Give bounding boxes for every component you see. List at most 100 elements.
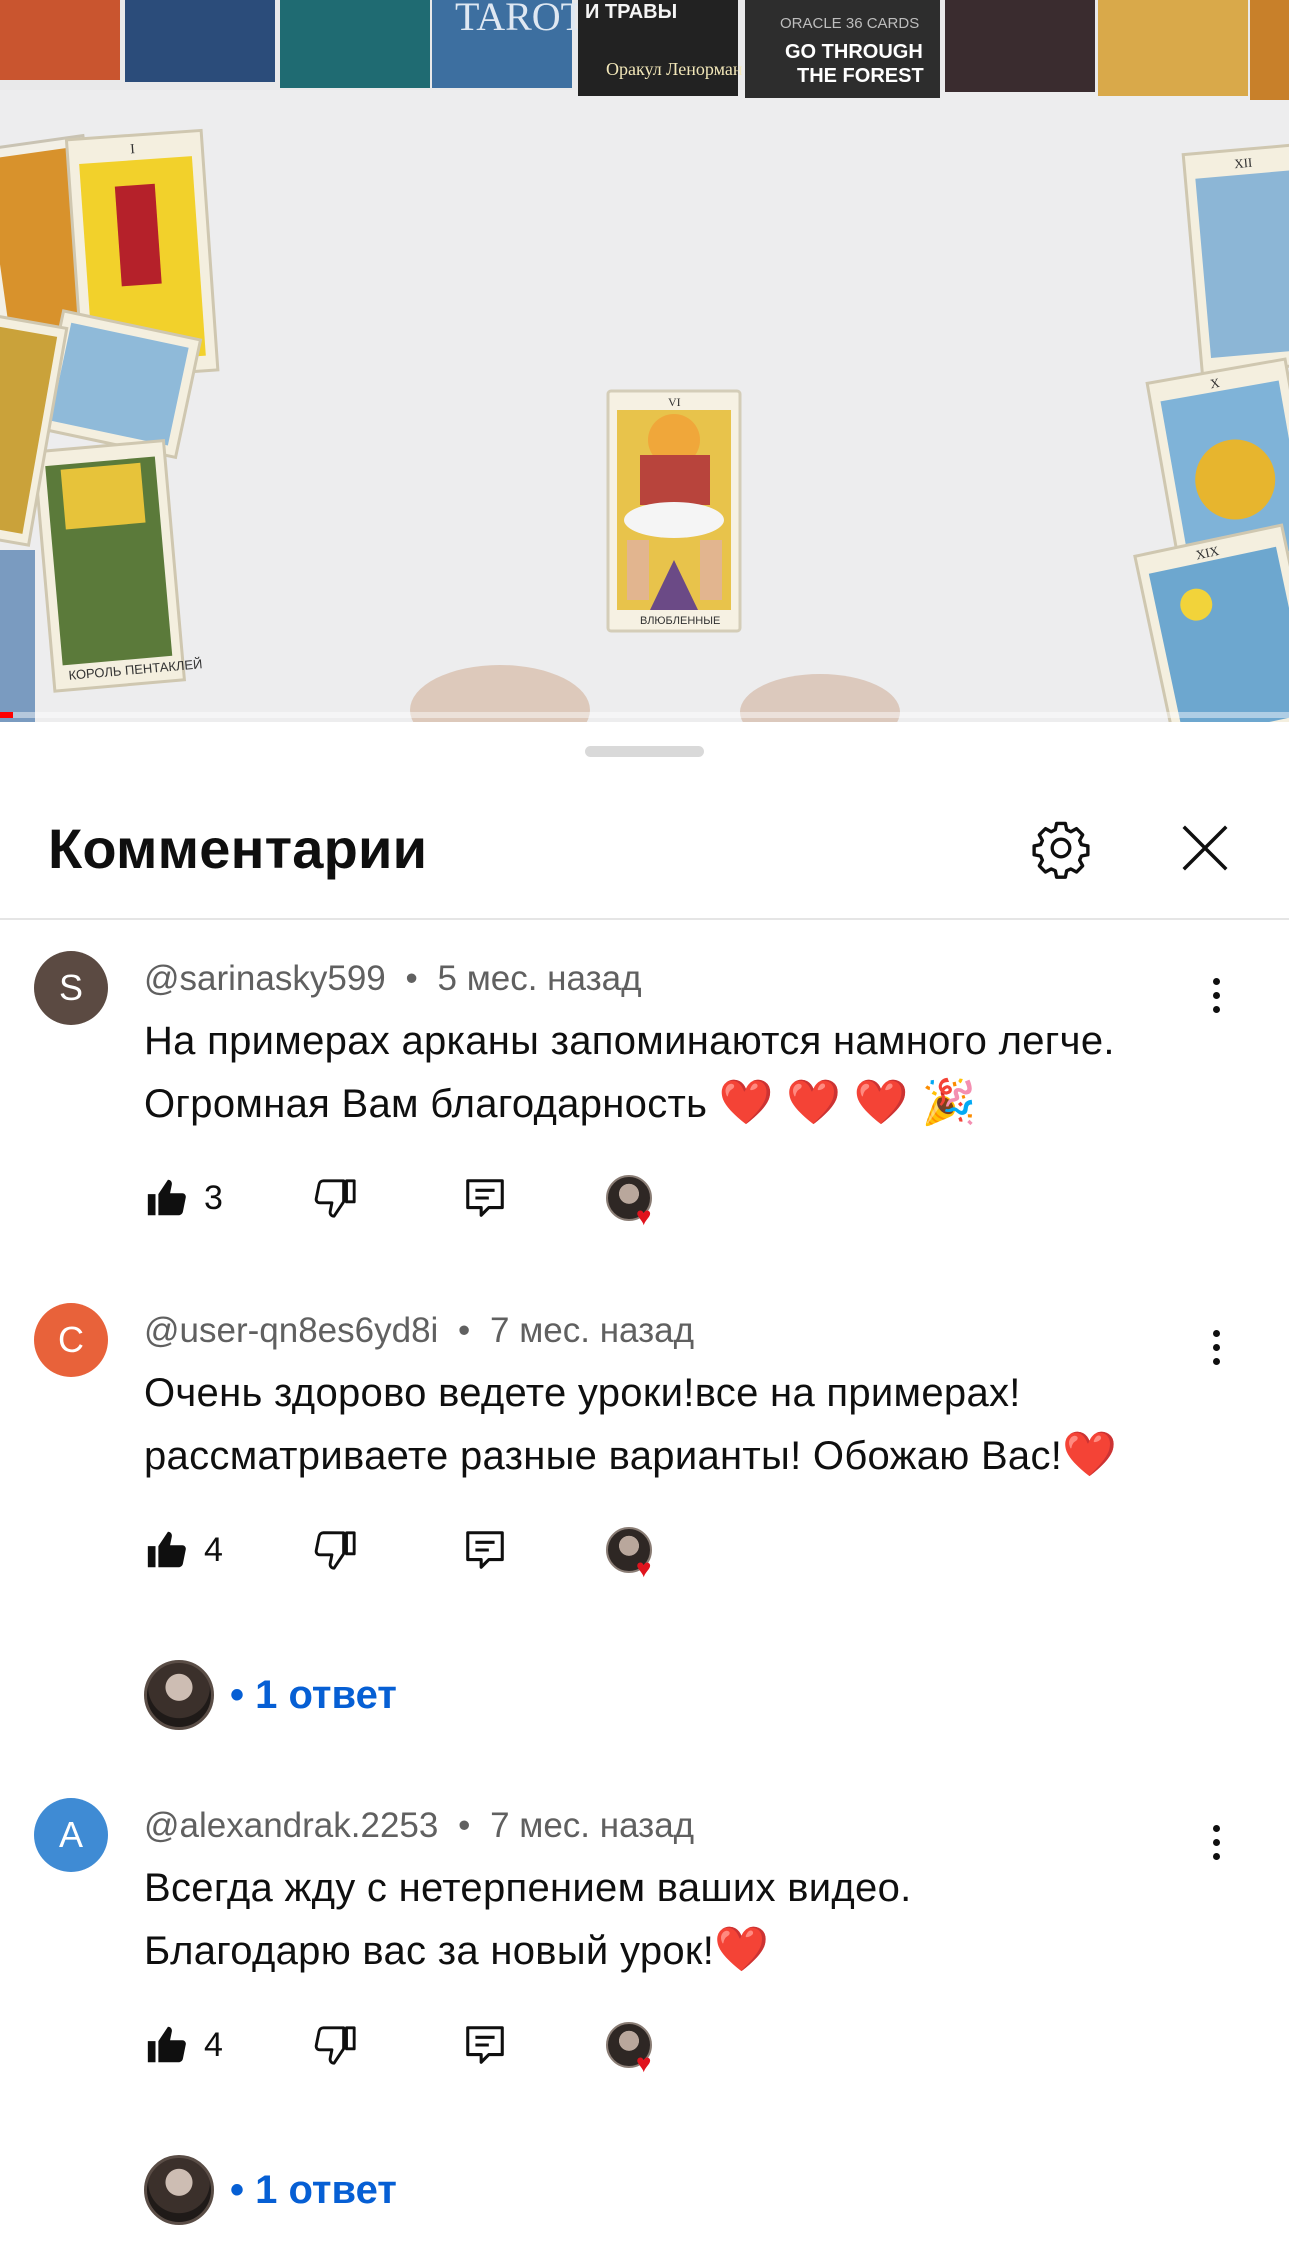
close-icon — [1182, 825, 1228, 871]
heart-icon: ♥ — [636, 1201, 652, 1231]
dislike-button[interactable] — [312, 2015, 358, 2075]
heart-icon: ♥ — [636, 1553, 652, 1583]
comment-text: На примерах арканы запоминаются намного … — [144, 1011, 1224, 1135]
oracle-box-brand: ORACLE 36 CARDS — [780, 15, 919, 32]
thumbs-down-icon — [314, 1179, 356, 1218]
center-card-number: VI — [668, 395, 681, 409]
comment-text-line-content: рассматриваете разные варианты! Обожаю В… — [144, 1434, 1063, 1478]
meta-separator: • — [458, 1311, 471, 1350]
reply-button[interactable] — [462, 1168, 508, 1228]
more-dot — [1212, 1838, 1220, 1846]
more-dot — [1212, 1824, 1220, 1832]
avatar-letter: A — [58, 1814, 83, 1855]
meta-separator: • — [405, 959, 418, 998]
sheet-title: Комментарии — [48, 817, 428, 880]
creator-heart-badge: ♥ — [606, 1520, 676, 1581]
more-dot — [1212, 977, 1220, 985]
like-count: 4 — [204, 1530, 223, 1569]
comment-text-line: Всегда жду с нетерпением ваших видео. — [144, 1866, 912, 1910]
comment-item: C @user-qn8es6yd8i • 7 мес. назад Очень … — [0, 1303, 1289, 1773]
comment-text-line: Огромная Вам благодарность ❤️ ❤️ ❤️ 🎉 — [144, 1072, 1224, 1135]
avatar-letter: C — [58, 1319, 84, 1360]
more-dot — [1212, 1343, 1220, 1351]
comment-actions: 4 ♥ — [144, 1520, 744, 1581]
center-card-caption: ВЛЮБЛЕННЫЕ — [640, 615, 720, 627]
comment-text-line: рассматриваете разные варианты! Обожаю В… — [144, 1424, 1224, 1487]
comment-time: 7 мес. назад — [490, 1311, 695, 1350]
like-button[interactable]: 4 — [144, 2015, 223, 2075]
creator-avatar: ♥ — [606, 2022, 652, 2076]
more-dot — [1212, 1329, 1220, 1337]
creator-reply-avatar — [144, 1660, 214, 1730]
creator-heart-badge: ♥ — [606, 2015, 676, 2076]
comment-actions: 3 ♥ — [144, 1168, 744, 1229]
creator-heart-badge: ♥ — [606, 1168, 676, 1229]
comment-emoji: ❤️ — [714, 1925, 770, 1974]
thumbs-down-icon — [314, 1531, 356, 1570]
more-dot — [1212, 991, 1220, 999]
comment-author[interactable]: @alexandrak.2253 — [144, 1806, 438, 1845]
lenormand-box-top: И ТРАВЫ — [585, 1, 677, 23]
comment-item: A @alexandrak.2253 • 7 мес. назад Всегда… — [0, 1798, 1289, 2255]
comment-text-line-content: Благодарю вас за новый урок! — [144, 1929, 715, 1973]
comment-author[interactable]: @user-qn8es6yd8i — [144, 1311, 438, 1350]
dislike-button[interactable] — [312, 1168, 358, 1228]
avatar-letter: S — [58, 967, 83, 1008]
right-top-card-number: XII — [1234, 155, 1253, 172]
creator-avatar: ♥ — [606, 1527, 652, 1581]
reply-comment-icon — [466, 1531, 504, 1569]
comment-item: S @sarinasky599 • 5 мес. назад На пример… — [0, 951, 1289, 1291]
thumbs-up-icon — [147, 1531, 186, 1568]
comment-text-line: На примерах арканы запоминаются намного … — [144, 1019, 1115, 1063]
sheet-drag-handle[interactable] — [585, 746, 704, 757]
creator-avatar: ♥ — [606, 1175, 652, 1229]
comment-time: 7 мес. назад — [490, 1806, 695, 1845]
thumbs-down-icon — [314, 2026, 356, 2065]
comment-text-line: Благодарю вас за новый урок!❤️ — [144, 1919, 1224, 1982]
thumbs-up-icon — [147, 2026, 186, 2063]
comment-meta: @sarinasky599 • 5 мес. назад — [144, 959, 642, 999]
comment-meta: @alexandrak.2253 • 7 мес. назад — [144, 1806, 694, 1846]
avatar[interactable]: C — [34, 1303, 108, 1377]
video-progress-bar[interactable] — [0, 712, 1289, 718]
like-count: 3 — [204, 1178, 223, 1217]
meta-separator: • — [458, 1806, 471, 1845]
reply-comment-icon — [466, 2026, 504, 2064]
gear-icon — [1032, 821, 1090, 879]
oracle-box-title-2: THE FOREST — [797, 65, 924, 87]
heart-icon: ♥ — [636, 2048, 652, 2078]
avatar[interactable]: A — [34, 1798, 108, 1872]
comment-text-line-content: Огромная Вам благодарность — [144, 1082, 708, 1126]
comment-text: Очень здорово ведете уроки!все на пример… — [144, 1363, 1224, 1487]
comment-author[interactable]: @sarinasky599 — [144, 959, 386, 998]
comment-text: Всегда жду с нетерпением ваших видео. Бл… — [144, 1858, 1224, 1982]
like-count: 4 — [204, 2025, 223, 2064]
comment-text-line: Очень здорово ведете уроки!все на пример… — [144, 1371, 1021, 1415]
avatar[interactable]: S — [34, 951, 108, 1025]
tarot-box-text: TAROT — [455, 0, 585, 39]
dislike-button[interactable] — [312, 1520, 358, 1580]
comments-sheet: Комментарии S @sarinasky599 • 5 мес. наз… — [0, 722, 1289, 2255]
creator-reply-avatar — [144, 2155, 214, 2225]
reply-button[interactable] — [462, 2015, 508, 2075]
close-button[interactable] — [1165, 808, 1245, 888]
reply-button[interactable] — [462, 1520, 508, 1580]
comment-meta: @user-qn8es6yd8i • 7 мес. назад — [144, 1311, 694, 1351]
video-frame: TAROT И ТРАВЫ Оракул Ленорман ORACLE 36 … — [0, 0, 1289, 722]
video-progress-fill — [0, 712, 13, 718]
video-player[interactable]: TAROT И ТРАВЫ Оракул Ленорман ORACLE 36 … — [0, 0, 1289, 722]
like-button[interactable]: 3 — [144, 1168, 223, 1228]
comment-emoji: ❤️ — [1062, 1430, 1118, 1479]
replies-label: • 1 ответ — [230, 1672, 397, 1717]
replies-label: • 1 ответ — [230, 2167, 397, 2212]
sheet-header: Комментарии — [0, 782, 1289, 920]
oracle-box-title-1: GO THROUGH — [785, 41, 923, 63]
comment-actions: 4 ♥ — [144, 2015, 744, 2076]
reply-comment-icon — [466, 1179, 504, 1217]
like-button[interactable]: 4 — [144, 1520, 223, 1580]
settings-button[interactable] — [1021, 808, 1101, 888]
lenormand-box-title: Оракул Ленорман — [606, 59, 743, 79]
view-replies-button[interactable]: • 1 ответ — [144, 2153, 397, 2227]
view-replies-button[interactable]: • 1 ответ — [144, 1658, 397, 1732]
thumbs-up-icon — [147, 1179, 186, 1216]
